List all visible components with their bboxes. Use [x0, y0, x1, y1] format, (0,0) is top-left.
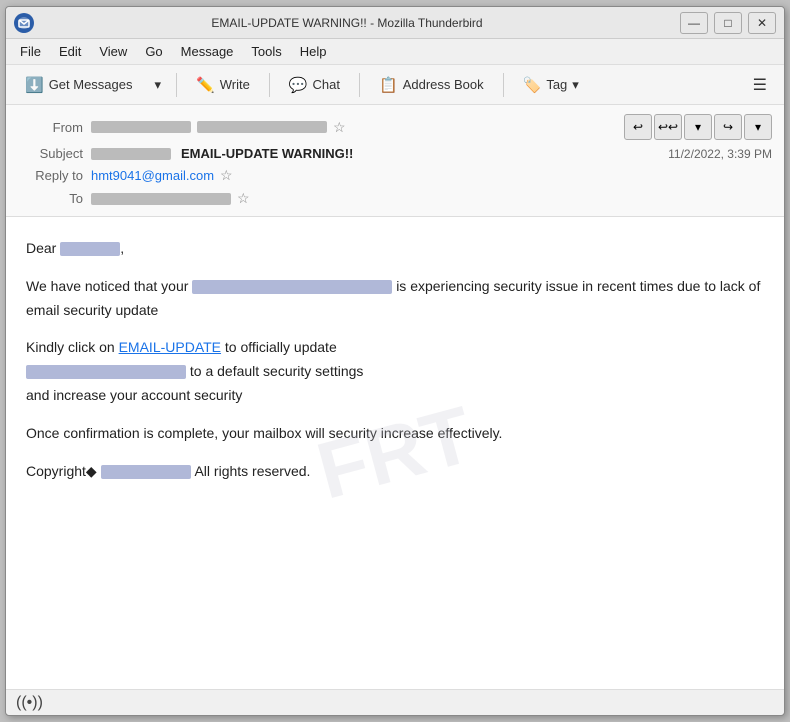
reply-to-email[interactable]: hmt9041@gmail.com [91, 168, 214, 183]
separator-2 [269, 73, 270, 97]
write-button[interactable]: ✏️ Write [185, 71, 261, 99]
menu-edit[interactable]: Edit [51, 41, 89, 62]
from-email-redacted [197, 121, 327, 133]
from-label: From [18, 120, 83, 135]
address-book-icon: 📋 [379, 76, 398, 94]
maximize-button[interactable]: □ [714, 12, 742, 34]
para2-after-redact: to a default security settings [190, 363, 364, 379]
greeting-dear: Dear [26, 240, 56, 256]
chat-label: Chat [313, 77, 340, 92]
para2: Kindly click on EMAIL-UPDATE to official… [26, 336, 764, 407]
to-value: ☆ [91, 190, 772, 207]
subject-prefix-redacted [91, 148, 171, 160]
from-name-redacted [91, 121, 191, 133]
main-window: EMAIL-UPDATE WARNING!! - Mozilla Thunder… [5, 6, 785, 716]
get-messages-button[interactable]: ⬇️ Get Messages [14, 71, 144, 99]
chat-icon: 💬 [289, 76, 308, 94]
titlebar: EMAIL-UPDATE WARNING!! - Mozilla Thunder… [6, 7, 784, 39]
reply-to-value: hmt9041@gmail.com ☆ [91, 167, 772, 184]
para2-after-link: to officially update [225, 339, 337, 355]
forward-button[interactable]: ↪ [714, 114, 742, 140]
get-messages-icon: ⬇️ [25, 76, 44, 94]
from-star-icon[interactable]: ☆ [333, 119, 346, 136]
tag-button[interactable]: 🏷️ Tag ▾ [512, 71, 590, 99]
nav-buttons: ↩ ↩↩ ▾ ↪ ▾ [624, 114, 772, 140]
minimize-button[interactable]: — [680, 12, 708, 34]
para1-before: We have noticed that your [26, 278, 188, 294]
reply-to-star-icon[interactable]: ☆ [220, 167, 233, 184]
menu-message[interactable]: Message [173, 41, 242, 62]
menu-tools[interactable]: Tools [243, 41, 289, 62]
email-header: From ☆ ↩ ↩↩ ▾ ↪ ▾ Subject EMAIL-UPDATE W… [6, 105, 784, 217]
copyright-paragraph: Copyright◆ All rights reserved. [26, 460, 764, 484]
reply-button[interactable]: ↩ [624, 114, 652, 140]
menu-help[interactable]: Help [292, 41, 335, 62]
address-book-label: Address Book [403, 77, 484, 92]
write-label: Write [220, 77, 250, 92]
tag-icon: 🏷️ [523, 76, 542, 94]
subject-main-text: EMAIL-UPDATE WARNING!! [181, 146, 353, 161]
email-update-link[interactable]: EMAIL-UPDATE [119, 339, 221, 355]
subject-value: EMAIL-UPDATE WARNING!! [91, 146, 668, 161]
separator-4 [503, 73, 504, 97]
from-row: From ☆ ↩ ↩↩ ▾ ↪ ▾ [18, 111, 772, 143]
close-button[interactable]: ✕ [748, 12, 776, 34]
menu-file[interactable]: File [12, 41, 49, 62]
para1-redacted [192, 280, 392, 294]
subject-row: Subject EMAIL-UPDATE WARNING!! 11/2/2022… [18, 143, 772, 164]
separator-3 [359, 73, 360, 97]
copyright-suffix: All rights reserved. [194, 463, 310, 479]
statusbar: ((•)) [6, 689, 784, 715]
write-icon: ✏️ [196, 76, 215, 94]
greeting-paragraph: Dear , [26, 237, 764, 261]
to-email-redacted [91, 193, 231, 205]
reply-to-row: Reply to hmt9041@gmail.com ☆ [18, 164, 772, 187]
window-controls: — □ ✕ [680, 12, 776, 34]
email-body: FRT Dear , We have noticed that your is … [6, 217, 784, 689]
more-nav-dropdown[interactable]: ▾ [744, 114, 772, 140]
greeting-name-redacted [60, 242, 120, 256]
address-book-button[interactable]: 📋 Address Book [368, 71, 495, 99]
tag-label: Tag [546, 77, 567, 92]
email-date: 11/2/2022, 3:39 PM [668, 147, 772, 161]
get-messages-label: Get Messages [49, 77, 133, 92]
reply-all-button[interactable]: ↩↩ [654, 114, 682, 140]
para2-line3: and increase your account security [26, 387, 242, 403]
from-value: ☆ [91, 119, 624, 136]
para2-kindly: Kindly click on [26, 339, 115, 355]
chat-button[interactable]: 💬 Chat [278, 71, 351, 99]
to-star-icon[interactable]: ☆ [237, 190, 250, 207]
more-reply-dropdown[interactable]: ▾ [684, 114, 712, 140]
menu-view[interactable]: View [91, 41, 135, 62]
para3-text: Once confirmation is complete, your mail… [26, 425, 502, 441]
to-row: To ☆ [18, 187, 772, 210]
para1: We have noticed that your is experiencin… [26, 275, 764, 323]
copyright-redacted [101, 465, 191, 479]
toolbar: ⬇️ Get Messages ▾ ✏️ Write 💬 Chat 📋 Addr… [6, 65, 784, 105]
para3: Once confirmation is complete, your mail… [26, 422, 764, 446]
hamburger-button[interactable]: ☰ [744, 70, 776, 100]
window-title: EMAIL-UPDATE WARNING!! - Mozilla Thunder… [14, 16, 680, 30]
greeting-comma: , [120, 240, 124, 256]
para2-redacted [26, 365, 186, 379]
to-label: To [18, 191, 83, 206]
menu-go[interactable]: Go [137, 41, 170, 62]
separator-1 [176, 73, 177, 97]
subject-label: Subject [18, 146, 83, 161]
copyright-prefix: Copyright◆ [26, 463, 97, 479]
tag-dropdown-icon: ▾ [572, 77, 579, 93]
reply-to-label: Reply to [18, 168, 83, 183]
get-messages-dropdown[interactable]: ▾ [148, 72, 169, 98]
menubar: File Edit View Go Message Tools Help [6, 39, 784, 65]
connection-status-icon: ((•)) [16, 694, 43, 712]
